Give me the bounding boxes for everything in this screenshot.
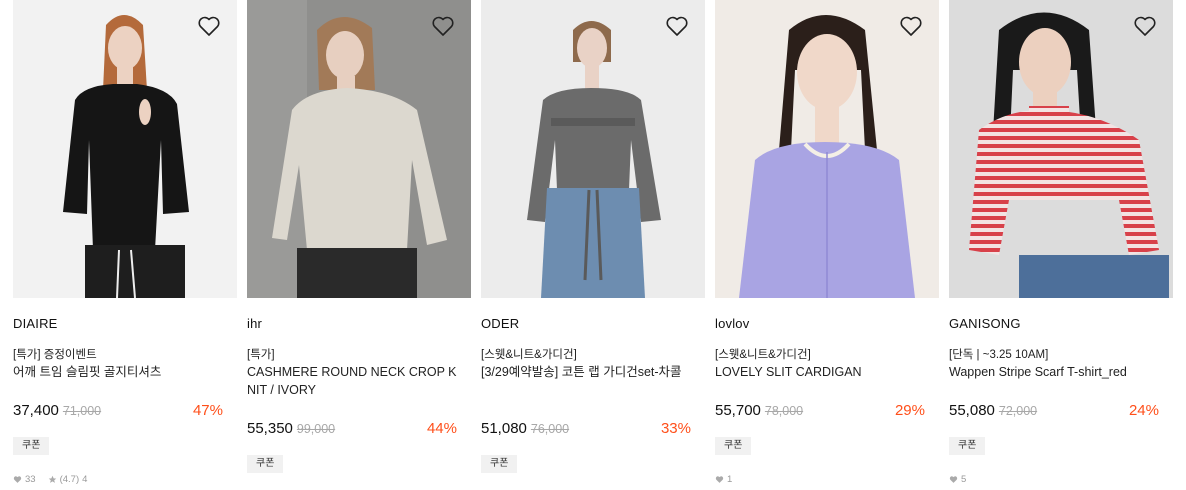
product-title[interactable]: 어깨 트임 슬림핏 골지티셔츠 xyxy=(13,363,227,381)
brand-name[interactable]: GANISONG xyxy=(949,316,1021,331)
sale-price: 55,350 99,000 xyxy=(247,420,336,437)
wishlist-heart-icon[interactable] xyxy=(899,14,923,38)
promo-tag: [스웻&니트&가디건] xyxy=(715,349,811,361)
product-title[interactable]: Wappen Stripe Scarf T-shirt_red xyxy=(949,363,1163,381)
price-row: 55,350 99,000 44% xyxy=(247,420,457,440)
coupon-badge: 쿠폰 xyxy=(13,437,50,455)
product-image[interactable] xyxy=(247,0,471,298)
brand-name[interactable]: ihr xyxy=(247,316,262,331)
sale-price: 55,700 78,000 xyxy=(715,402,804,419)
brand-name[interactable]: lovlov xyxy=(715,316,749,331)
promo-tag: [단독 | ~3.25 10AM] xyxy=(949,349,1049,361)
like-count: 33 xyxy=(25,474,36,485)
coupon-badge: 쿠폰 xyxy=(949,437,986,455)
promo-tag: [특가] 증정이벤트 xyxy=(13,349,97,361)
product-image[interactable] xyxy=(949,0,1173,298)
heart-count-icon xyxy=(949,476,958,483)
like-count: 1 xyxy=(727,474,733,485)
product-image[interactable] xyxy=(715,0,939,298)
wishlist-heart-icon[interactable] xyxy=(197,14,221,38)
discount-rate: 44% xyxy=(426,420,457,437)
wishlist-heart-icon[interactable] xyxy=(1133,14,1157,38)
original-price: 71,000 xyxy=(62,404,102,418)
rating-score: (4.7) xyxy=(59,474,80,485)
promo-tag: [스웻&니트&가디건] xyxy=(481,349,577,361)
product-grid: DIAIRE [특가] 증정이벤트 어깨 트임 슬림핏 골지티셔츠 37,400… xyxy=(0,0,1186,490)
promo-tag: [특가] xyxy=(247,349,275,361)
discount-rate: 47% xyxy=(192,402,223,419)
price-row: 55,080 72,000 24% xyxy=(949,402,1159,422)
brand-name[interactable]: DIAIRE xyxy=(13,316,58,331)
product-card[interactable]: ODER [스웻&니트&가디건] [3/29예약발송] 코튼 랩 가디건set-… xyxy=(481,0,705,490)
original-price: 76,000 xyxy=(530,422,570,436)
price-row: 51,080 76,000 33% xyxy=(481,420,691,440)
product-title[interactable]: [3/29예약발송] 코튼 랩 가디건set-차콜 xyxy=(481,363,695,381)
product-title[interactable]: CASHMERE ROUND NECK CROP KNIT / IVORY xyxy=(247,363,461,399)
sale-price: 51,080 76,000 xyxy=(481,420,570,437)
heart-count-icon xyxy=(13,476,22,483)
sale-price: 37,400 71,000 xyxy=(13,402,102,419)
discount-rate: 33% xyxy=(660,420,691,437)
wishlist-heart-icon[interactable] xyxy=(431,14,455,38)
discount-rate: 24% xyxy=(1128,402,1159,419)
original-price: 99,000 xyxy=(296,422,336,436)
original-price: 72,000 xyxy=(998,404,1038,418)
product-stats: 5 xyxy=(949,474,966,485)
price-row: 37,400 71,000 47% xyxy=(13,402,223,422)
star-icon xyxy=(48,475,56,483)
like-count: 5 xyxy=(961,474,967,485)
heart-count-icon xyxy=(715,476,724,483)
coupon-badge: 쿠폰 xyxy=(481,455,518,473)
discount-rate: 29% xyxy=(894,402,925,419)
price-row: 55,700 78,000 29% xyxy=(715,402,925,422)
product-card[interactable]: DIAIRE [특가] 증정이벤트 어깨 트임 슬림핏 골지티셔츠 37,400… xyxy=(13,0,237,490)
product-image[interactable] xyxy=(481,0,705,298)
product-card[interactable]: ihr [특가] CASHMERE ROUND NECK CROP KNIT /… xyxy=(247,0,471,490)
product-stats: 33 (4.7) 4 xyxy=(13,474,87,485)
wishlist-heart-icon[interactable] xyxy=(665,14,689,38)
coupon-badge: 쿠폰 xyxy=(247,455,284,473)
review-count: 4 xyxy=(82,474,88,485)
product-image[interactable] xyxy=(13,0,237,298)
sale-price: 55,080 72,000 xyxy=(949,402,1038,419)
original-price: 78,000 xyxy=(764,404,804,418)
product-title[interactable]: LOVELY SLIT CARDIGAN xyxy=(715,363,929,381)
brand-name[interactable]: ODER xyxy=(481,316,519,331)
product-stats: 1 xyxy=(715,474,732,485)
coupon-badge: 쿠폰 xyxy=(715,437,752,455)
product-card[interactable]: GANISONG [단독 | ~3.25 10AM] Wappen Stripe… xyxy=(949,0,1173,490)
product-card[interactable]: lovlov [스웻&니트&가디건] LOVELY SLIT CARDIGAN … xyxy=(715,0,939,490)
